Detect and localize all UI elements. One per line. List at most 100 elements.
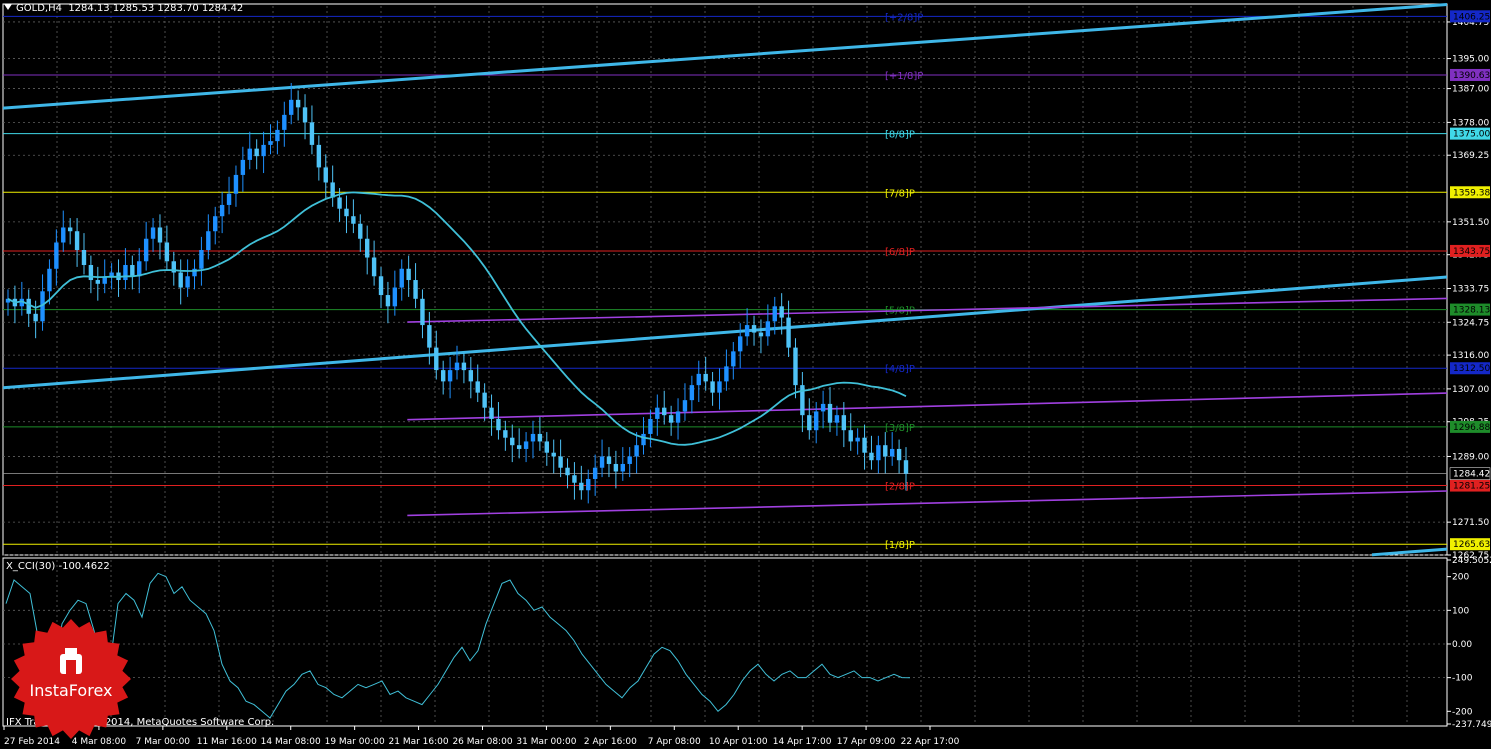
candle-body — [213, 216, 218, 232]
price-tag-label: 1375.00 — [1453, 130, 1490, 140]
candle-body — [682, 400, 688, 412]
murrey-label: [3/8]P — [885, 423, 915, 434]
cci-tick-label: 0.00 — [1452, 640, 1472, 650]
candle-body — [689, 385, 695, 401]
candle-body — [613, 463, 619, 472]
x-tick-label: 17 Apr 09:00 — [837, 737, 896, 747]
x-tick-label: 14 Mar 08:00 — [261, 737, 321, 747]
candle-body — [164, 242, 170, 262]
pitch-middle — [407, 392, 1448, 421]
x-tick-label: 10 Apr 01:00 — [709, 737, 768, 747]
murrey-label: [1/8]P — [885, 540, 915, 551]
candle-body — [309, 122, 315, 145]
candle-body — [282, 114, 287, 130]
candle-body — [427, 325, 432, 348]
trend-lines — [2, 3, 1448, 557]
candle-body — [420, 298, 425, 326]
candle-body — [503, 430, 508, 438]
x-tick-label: 26 Mar 08:00 — [452, 737, 512, 747]
candle-body — [627, 456, 632, 464]
candle-body — [668, 415, 674, 423]
candle-body — [254, 148, 259, 157]
candle-body — [717, 381, 722, 393]
candle-body — [74, 231, 80, 250]
cci-tick-label: -100 — [1452, 674, 1473, 684]
y-tick-label: 1307.00 — [1452, 385, 1489, 395]
candle-body — [54, 242, 59, 269]
candle-body — [634, 445, 639, 457]
price-axis: 1404.751395.001387.001378.001369.251351.… — [1447, 10, 1491, 730]
ohlc-values: 1284.13 1285.53 1283.70 1284.42 — [68, 3, 244, 14]
candle-body — [482, 392, 487, 408]
candle-body — [137, 261, 142, 277]
candles — [5, 82, 909, 504]
y-tick-label: 1387.00 — [1452, 85, 1489, 95]
dropdown-triangle-icon[interactable] — [4, 4, 12, 10]
candle-body — [551, 452, 556, 457]
candle-body — [219, 204, 225, 217]
candle-body — [662, 407, 667, 416]
pitch-upper — [407, 297, 1448, 323]
candle-body — [413, 280, 418, 299]
candle-body — [185, 276, 190, 288]
y-tick-label: 1378.00 — [1452, 118, 1489, 128]
murrey-label: [4/8]P — [885, 364, 915, 375]
channel-lower — [1371, 547, 1448, 557]
candle-body — [392, 287, 398, 307]
candle-body — [731, 351, 736, 367]
price-tag-label: 1281.25 — [1453, 482, 1490, 492]
candle-body — [827, 403, 833, 423]
candle-body — [572, 475, 577, 483]
chart-window[interactable]: [+2/8]P[+1/8]P[8/8]P[7/8]P[6/8]P[5/8]P[4… — [0, 0, 1491, 749]
candle-body — [81, 250, 87, 266]
cci-indicator — [5, 572, 911, 719]
y-tick-label: 1395.00 — [1452, 55, 1489, 65]
candle-body — [206, 231, 211, 250]
x-tick-label: 2 Apr 16:00 — [584, 737, 637, 747]
candle-body — [344, 208, 349, 217]
candle-body — [261, 144, 266, 157]
y-tick-label: 1316.00 — [1452, 351, 1489, 361]
cci-tick-label: 200 — [1452, 573, 1469, 583]
price-tag-label: 1312.50 — [1453, 364, 1490, 374]
murrey-label: [8/8]P — [885, 130, 915, 141]
y-tick-label: 1369.25 — [1452, 151, 1489, 161]
cci-line — [5, 572, 911, 719]
candle-body — [489, 407, 494, 419]
candle-body — [793, 347, 798, 386]
cci-tick-label: 100 — [1452, 606, 1469, 616]
candle-body — [703, 373, 708, 382]
candle-body — [454, 362, 460, 371]
cci-tick-label: 249.5052 — [1452, 556, 1491, 566]
price-chart[interactable]: [+2/8]P[+1/8]P[8/8]P[7/8]P[6/8]P[5/8]P[4… — [0, 0, 1491, 749]
candle-body — [385, 295, 391, 307]
murrey-label: [6/8]P — [885, 247, 915, 258]
logo-badge — [11, 619, 131, 739]
candle-body — [302, 107, 308, 123]
candle-body — [88, 265, 94, 281]
candle-body — [592, 467, 598, 479]
candle-body — [696, 373, 701, 386]
candle-body — [226, 193, 232, 205]
candle-body — [123, 265, 128, 281]
candle-body — [606, 456, 612, 464]
x-tick-label: 7 Mar 00:00 — [136, 737, 191, 747]
candle-body — [848, 430, 853, 442]
candle-body — [655, 407, 660, 419]
candle-body — [233, 174, 239, 194]
candle-body — [240, 159, 246, 175]
murrey-label: [+1/8]P — [885, 71, 923, 82]
candle-body — [779, 306, 784, 318]
candle-body — [620, 463, 625, 472]
candle-body — [862, 437, 867, 453]
candle-body — [883, 445, 888, 457]
candle-body — [876, 445, 881, 461]
candle-body — [378, 276, 384, 296]
murrey-label: [7/8]P — [885, 188, 915, 199]
sub-pane-border — [2, 557, 1448, 727]
x-tick-label: 22 Apr 17:00 — [901, 737, 960, 747]
candle-body — [807, 415, 812, 431]
candle-body — [316, 144, 322, 168]
main-pane-border — [2, 3, 1448, 556]
y-tick-label: 1271.50 — [1452, 518, 1489, 528]
